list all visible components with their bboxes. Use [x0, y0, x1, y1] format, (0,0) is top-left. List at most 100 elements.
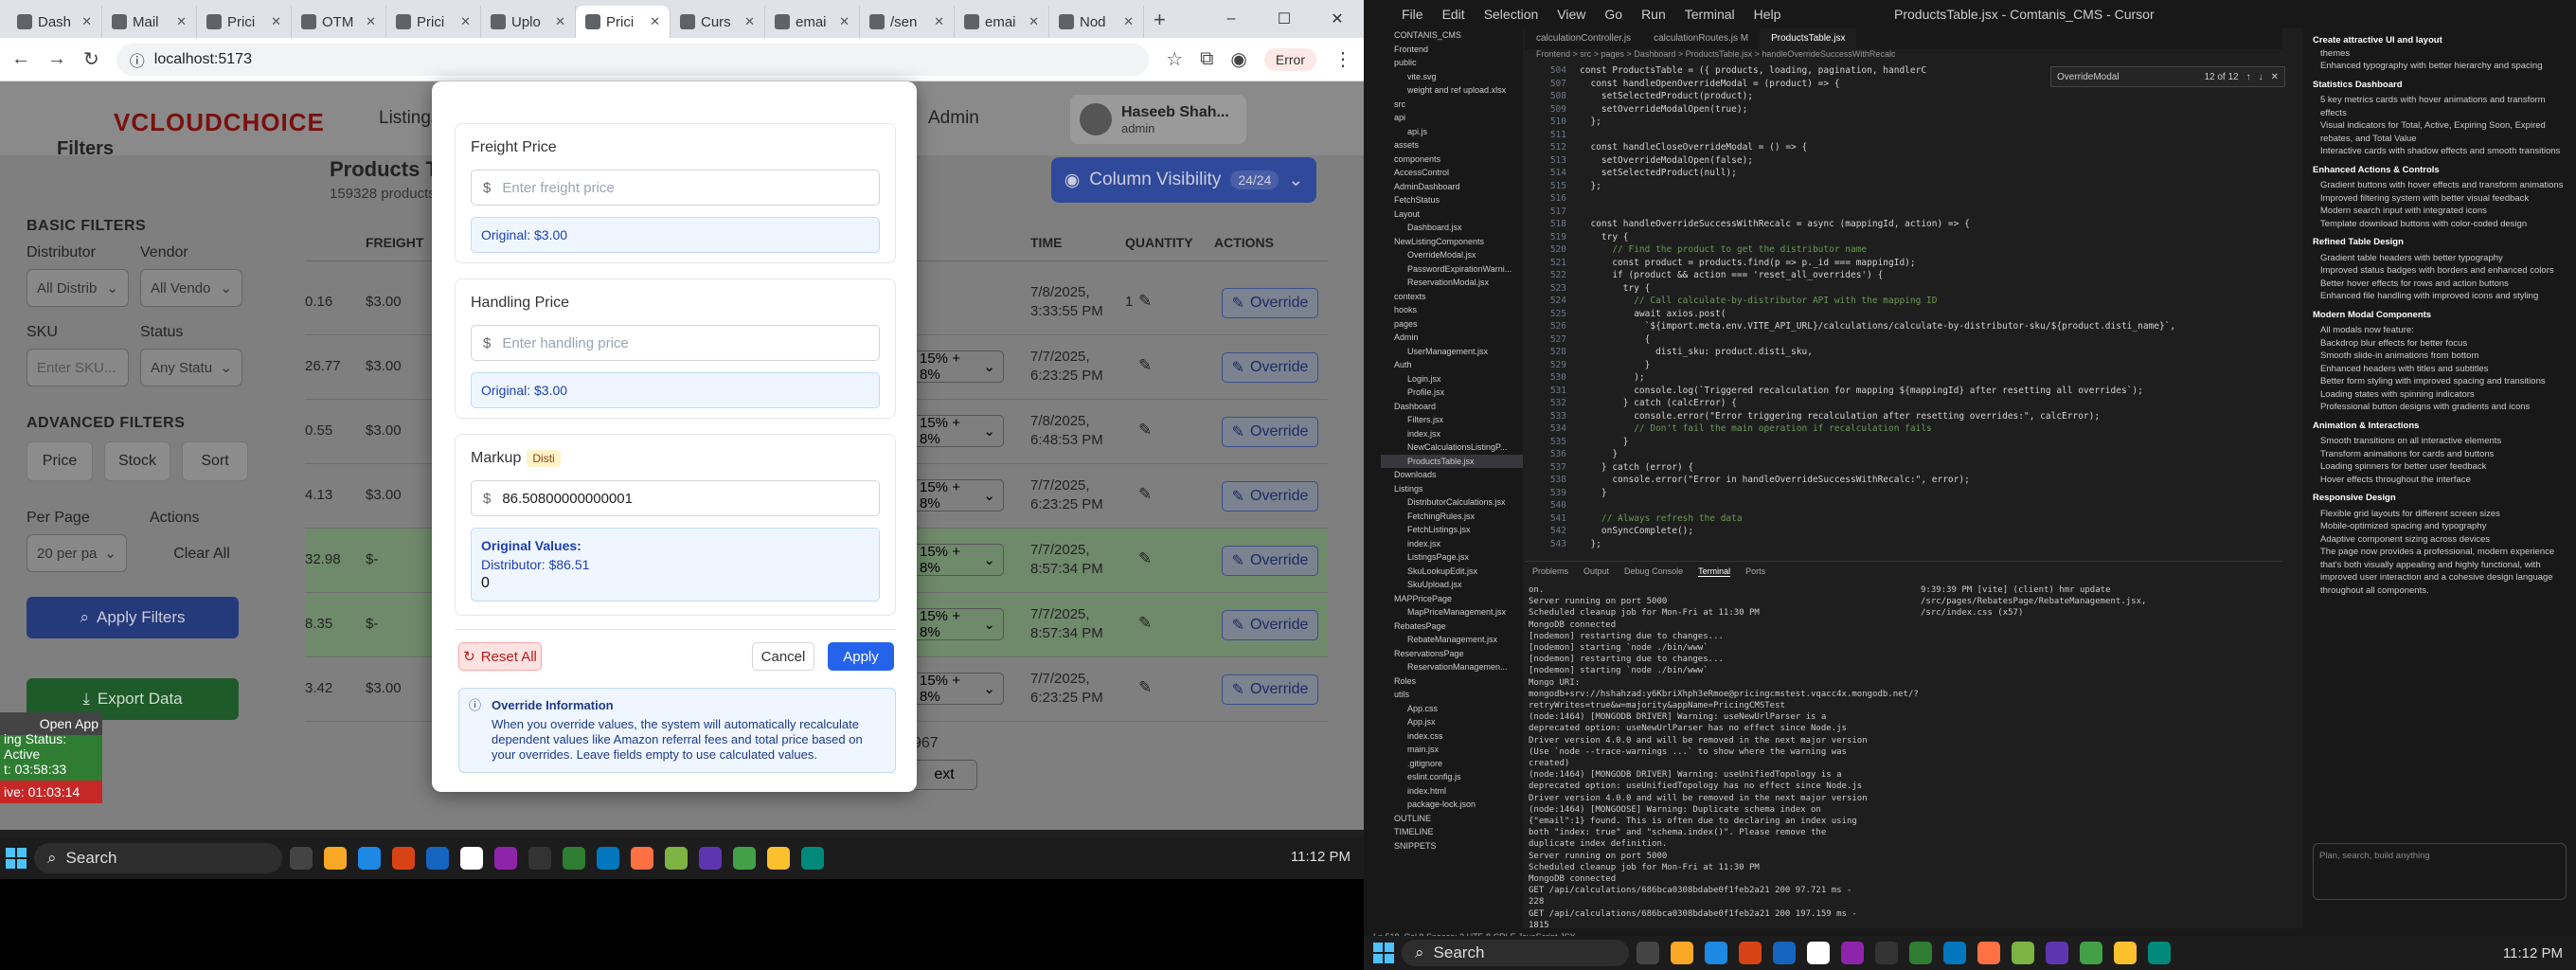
- distributor-select[interactable]: All Distrib ⌄: [27, 269, 129, 307]
- explorer-item[interactable]: NewCalculationsListingP...: [1381, 440, 1523, 455]
- explorer-item[interactable]: ReservationModal.jsx: [1381, 276, 1523, 290]
- taskbar-app-icon[interactable]: [392, 847, 415, 870]
- tab-close-icon[interactable]: ✕: [934, 14, 944, 29]
- explorer-item[interactable]: Profile.jsx: [1381, 386, 1523, 400]
- tab-close-icon[interactable]: ✕: [744, 14, 755, 29]
- windows-start-icon[interactable]: [6, 848, 27, 869]
- explorer-item[interactable]: FetchingRules.jsx: [1381, 510, 1523, 524]
- explorer-item[interactable]: UserManagement.jsx: [1381, 345, 1523, 359]
- markup-select[interactable]: 15% + 8% ⌄: [909, 673, 1004, 705]
- forward-icon[interactable]: →: [47, 48, 66, 70]
- override-button[interactable]: ✎ Override: [1222, 288, 1318, 318]
- taskbar-app-icon[interactable]: [801, 847, 824, 870]
- vendor-select[interactable]: All Vendo ⌄: [140, 269, 242, 307]
- explorer-item[interactable]: FetchListings.jsx: [1381, 523, 1523, 537]
- menu-view[interactable]: View: [1557, 7, 1585, 22]
- bookmark-star-icon[interactable]: ☆: [1166, 47, 1183, 71]
- override-button[interactable]: ✎ Override: [1222, 352, 1318, 383]
- edit-icon[interactable]: ✎: [1138, 614, 1152, 633]
- taskbar-app-icon[interactable]: [2114, 942, 2137, 964]
- explorer-item[interactable]: AccessControl: [1381, 166, 1523, 180]
- taskbar-app-icon[interactable]: [665, 847, 688, 870]
- error-chip[interactable]: Error: [1263, 47, 1316, 71]
- taskbar-app-icon[interactable]: [1773, 942, 1796, 964]
- explorer-item[interactable]: ReservationManagemen...: [1381, 660, 1523, 674]
- browser-tab[interactable]: Prici ✕: [386, 6, 481, 38]
- taskbar-app-icon[interactable]: [597, 847, 619, 870]
- taskbar-app-icon[interactable]: [1671, 942, 1693, 964]
- menu-dots-icon[interactable]: ⋮: [1333, 47, 1352, 71]
- next-page-button[interactable]: ext: [911, 760, 977, 790]
- edit-icon[interactable]: ✎: [1138, 356, 1152, 375]
- sort-filter-button[interactable]: Sort: [182, 441, 248, 481]
- menu-edit[interactable]: Edit: [1442, 7, 1465, 22]
- explorer-item[interactable]: index.html: [1381, 784, 1523, 799]
- menu-selection[interactable]: Selection: [1484, 7, 1539, 22]
- panel-tab[interactable]: Terminal: [1698, 566, 1731, 577]
- column-visibility-button[interactable]: ◉ Column Visibility 24/24 ⌄: [1051, 157, 1316, 203]
- browser-tab[interactable]: Dash ✕: [8, 6, 102, 38]
- explorer-item[interactable]: vite.svg: [1381, 70, 1523, 84]
- maximize-icon[interactable]: ☐: [1258, 0, 1311, 38]
- apply-filters-button[interactable]: ⌕ Apply Filters: [27, 597, 239, 638]
- taskbar-app-icon[interactable]: [1637, 942, 1659, 964]
- browser-tab[interactable]: OTM ✕: [292, 6, 386, 38]
- editor-tab[interactable]: ProductsTable.jsx: [1760, 28, 1857, 49]
- explorer-item[interactable]: MapPriceManagement.jsx: [1381, 605, 1523, 620]
- browser-tab[interactable]: Mail ✕: [102, 6, 197, 38]
- taskbar-search[interactable]: ⌕ Search: [34, 843, 282, 873]
- explorer-item[interactable]: OverrideModal.jsx: [1381, 248, 1523, 262]
- editor-tab[interactable]: calculationRoutes.js M: [1642, 28, 1760, 49]
- explorer-item[interactable]: AdminDashboard: [1381, 180, 1523, 194]
- browser-tab[interactable]: Curs ✕: [671, 6, 765, 38]
- explorer-item[interactable]: api: [1381, 111, 1523, 125]
- tab-close-icon[interactable]: ✕: [839, 14, 850, 29]
- explorer-item[interactable]: index.css: [1381, 729, 1523, 744]
- tab-close-icon[interactable]: ✕: [271, 14, 281, 29]
- url-field[interactable]: ⓘ localhost:5173: [116, 43, 1150, 76]
- edit-icon[interactable]: ✎: [1138, 292, 1152, 311]
- taskbar-app-icon[interactable]: [1807, 942, 1830, 964]
- explorer-item[interactable]: SNIPPETS: [1381, 839, 1523, 853]
- menu-help[interactable]: Help: [1754, 7, 1781, 22]
- taskbar-search[interactable]: ⌕ Search: [1402, 940, 1629, 966]
- panel-tab[interactable]: Problems: [1532, 566, 1568, 576]
- taskbar-app-icon[interactable]: [460, 847, 483, 870]
- menu-go[interactable]: Go: [1604, 7, 1622, 22]
- taskbar-app-icon[interactable]: [494, 847, 517, 870]
- markup-select[interactable]: 15% + 8% ⌄: [909, 608, 1004, 640]
- taskbar-app-icon[interactable]: [1841, 942, 1864, 964]
- arrow-down-icon[interactable]: ↓: [2259, 72, 2263, 82]
- explorer-item[interactable]: Layout: [1381, 207, 1523, 222]
- taskbar-app-icon[interactable]: [631, 847, 653, 870]
- reset-all-button[interactable]: ↻ Reset All: [458, 642, 542, 671]
- clear-all-button[interactable]: Clear All: [150, 534, 254, 574]
- markup-select[interactable]: 15% + 8% ⌄: [909, 350, 1004, 383]
- taskbar-app-icon[interactable]: [1977, 942, 2000, 964]
- taskbar-app-icon[interactable]: [1875, 942, 1898, 964]
- taskbar-app-icon[interactable]: [767, 847, 790, 870]
- taskbar-app-icon[interactable]: [290, 847, 313, 870]
- explorer-item[interactable]: SkuLookupEdit.jsx: [1381, 565, 1523, 579]
- reload-icon[interactable]: ↻: [83, 47, 99, 71]
- explorer-item[interactable]: contexts: [1381, 290, 1523, 304]
- taskbar-app-icon[interactable]: [426, 847, 449, 870]
- sku-input[interactable]: Enter SKU...: [27, 349, 129, 386]
- override-button[interactable]: ✎ Override: [1222, 674, 1318, 705]
- explorer-item[interactable]: DistributorCalculations.jsx: [1381, 495, 1523, 510]
- explorer-item[interactable]: Frontend: [1381, 43, 1523, 57]
- tab-close-icon[interactable]: ✕: [176, 14, 187, 29]
- per-page-select[interactable]: 20 per pa ⌄: [27, 534, 127, 572]
- explorer-item[interactable]: assets: [1381, 138, 1523, 153]
- stock-filter-button[interactable]: Stock: [104, 441, 170, 481]
- taskbar-app-icon[interactable]: [2148, 942, 2171, 964]
- price-filter-button[interactable]: Price: [27, 441, 93, 481]
- menu-run[interactable]: Run: [1641, 7, 1666, 22]
- close-icon[interactable]: ✕: [1311, 0, 1364, 38]
- explorer-item[interactable]: Roles: [1381, 674, 1523, 689]
- panel-tab[interactable]: Output: [1583, 566, 1609, 576]
- browser-tab[interactable]: Uplo ✕: [481, 6, 576, 38]
- explorer-item[interactable]: PasswordExpirationWarni...: [1381, 262, 1523, 277]
- taskbar-app-icon[interactable]: [2012, 942, 2034, 964]
- user-menu[interactable]: Haseeb Shah... admin: [1070, 95, 1246, 144]
